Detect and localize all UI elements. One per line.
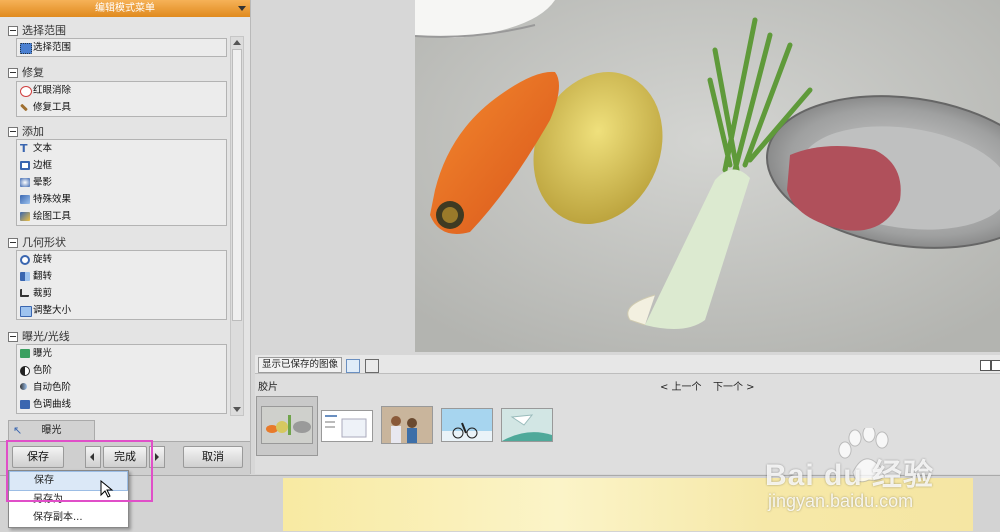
view-icon[interactable] bbox=[365, 359, 379, 373]
section-add: T 文本 边框 晕影 特殊效果 绘图工具 bbox=[16, 139, 227, 226]
link-icon[interactable] bbox=[346, 359, 360, 373]
photo-canvas[interactable] bbox=[415, 0, 1000, 352]
thumbnail-image bbox=[502, 409, 552, 441]
menu-item-selection[interactable]: 选择范围 bbox=[17, 39, 226, 56]
watermark-brand: Bai du 经验 bbox=[765, 459, 935, 492]
menu-item-auto-levels[interactable]: 自动色阶 bbox=[17, 379, 226, 396]
minimize-icon[interactable] bbox=[980, 360, 991, 371]
menu-item-repair-tool[interactable]: 修复工具 bbox=[17, 99, 226, 116]
selection-icon bbox=[20, 43, 32, 54]
active-tool-tab[interactable]: ↖ 曝光 bbox=[8, 420, 95, 441]
flip-icon bbox=[20, 272, 30, 281]
previous-link[interactable]: < 上一个 bbox=[660, 378, 702, 393]
menu-item-curves[interactable]: 色调曲线 bbox=[17, 396, 226, 413]
menu-item-border[interactable]: 边框 bbox=[17, 157, 226, 174]
collapse-icon[interactable] bbox=[8, 68, 18, 78]
draw-icon bbox=[20, 212, 30, 221]
section-title-add[interactable]: 添加 bbox=[8, 124, 44, 139]
next-link[interactable]: 下一个 > bbox=[713, 378, 755, 393]
section-exposure: 曝光 色阶 自动色阶 色调曲线 bbox=[16, 344, 227, 414]
film-label: 胶片 bbox=[258, 382, 278, 393]
thumbnail-image bbox=[266, 415, 311, 435]
repair-icon bbox=[20, 103, 28, 112]
scroll-up-icon[interactable] bbox=[233, 40, 241, 45]
effects-icon bbox=[20, 195, 30, 204]
red-eye-icon bbox=[20, 86, 32, 97]
thumbnail-image bbox=[382, 407, 432, 443]
thumbnail-cyclist[interactable] bbox=[441, 408, 493, 442]
menu-item-draw[interactable]: 绘图工具 bbox=[17, 208, 226, 225]
rotate-icon bbox=[20, 255, 30, 265]
menu-item-effects[interactable]: 特殊效果 bbox=[17, 191, 226, 208]
chevron-right-icon bbox=[155, 453, 159, 461]
text-icon: T bbox=[20, 142, 28, 155]
watermark: Bai du 经验 jingyan.baidu.com bbox=[765, 428, 985, 518]
resize-icon bbox=[20, 306, 32, 317]
maximize-icon[interactable] bbox=[991, 360, 1000, 371]
thumbnail-document[interactable] bbox=[321, 410, 373, 442]
crop-icon bbox=[20, 289, 29, 297]
menu-item-flip[interactable]: 翻转 bbox=[17, 268, 226, 285]
back-arrow-icon[interactable]: ↖ bbox=[13, 421, 22, 441]
menu-item-rotate[interactable]: 旋转 bbox=[17, 251, 226, 268]
section-title-exposure[interactable]: 曝光/光线 bbox=[8, 329, 70, 344]
watermark-url: jingyan.baidu.com bbox=[768, 491, 914, 511]
scroll-down-icon[interactable] bbox=[233, 407, 241, 412]
collapse-icon[interactable] bbox=[8, 26, 18, 36]
chevron-down-icon[interactable] bbox=[238, 6, 246, 11]
menu-item-exposure[interactable]: 曝光 bbox=[17, 345, 226, 362]
menu-item-red-eye[interactable]: 红眼消除 bbox=[17, 82, 226, 99]
vignette-icon bbox=[20, 178, 30, 187]
cancel-button[interactable]: 取消 bbox=[183, 446, 243, 468]
thumbnail-people[interactable] bbox=[381, 406, 433, 444]
edit-menu: 选择范围 选择范围 修复 红眼消除 修复工具 添加 T 文本 边框 晕影 特殊效果… bbox=[8, 19, 228, 415]
section-repair: 红眼消除 修复工具 bbox=[16, 81, 227, 117]
collapse-icon[interactable] bbox=[8, 127, 18, 137]
show-saved-images-tab[interactable]: 显示已保存的图像 bbox=[258, 357, 343, 373]
thumbnail-vegetables[interactable] bbox=[261, 406, 313, 444]
section-title-selection[interactable]: 选择范围 bbox=[8, 23, 66, 38]
section-geometry: 旋转 翻转 裁剪 调整大小 bbox=[16, 250, 227, 320]
menu-item-save-copy[interactable]: 保存副本... bbox=[9, 509, 128, 527]
section-title-geometry[interactable]: 几何形状 bbox=[8, 235, 66, 250]
levels-icon bbox=[20, 366, 30, 376]
thumbnail-paper-plane[interactable] bbox=[501, 408, 553, 442]
thumbnail-image bbox=[442, 409, 492, 441]
menu-item-text[interactable]: T 文本 bbox=[17, 140, 226, 157]
section-title-repair[interactable]: 修复 bbox=[8, 65, 44, 80]
menu-item-crop[interactable]: 裁剪 bbox=[17, 285, 226, 302]
photo-image bbox=[415, 0, 1000, 352]
panel-title: 编辑模式菜单 bbox=[95, 3, 155, 14]
border-icon bbox=[20, 161, 30, 170]
scroll-thumb[interactable] bbox=[232, 49, 242, 321]
auto-levels-icon bbox=[20, 383, 27, 390]
curves-icon bbox=[20, 400, 30, 409]
active-tool-label: 曝光 bbox=[41, 425, 62, 436]
collapse-icon[interactable] bbox=[8, 238, 18, 248]
menu-item-levels[interactable]: 色阶 bbox=[17, 362, 226, 379]
collapse-icon[interactable] bbox=[8, 332, 18, 342]
panel-scrollbar[interactable] bbox=[230, 36, 244, 416]
menu-item-vignette[interactable]: 晕影 bbox=[17, 174, 226, 191]
menu-item-resize[interactable]: 调整大小 bbox=[17, 302, 226, 319]
annotation-highlight bbox=[6, 440, 153, 502]
exposure-icon bbox=[20, 349, 30, 358]
panel-header[interactable]: 编辑模式菜单 bbox=[0, 0, 250, 17]
section-selection: 选择范围 bbox=[16, 38, 227, 57]
thumbnail-image bbox=[325, 415, 367, 438]
